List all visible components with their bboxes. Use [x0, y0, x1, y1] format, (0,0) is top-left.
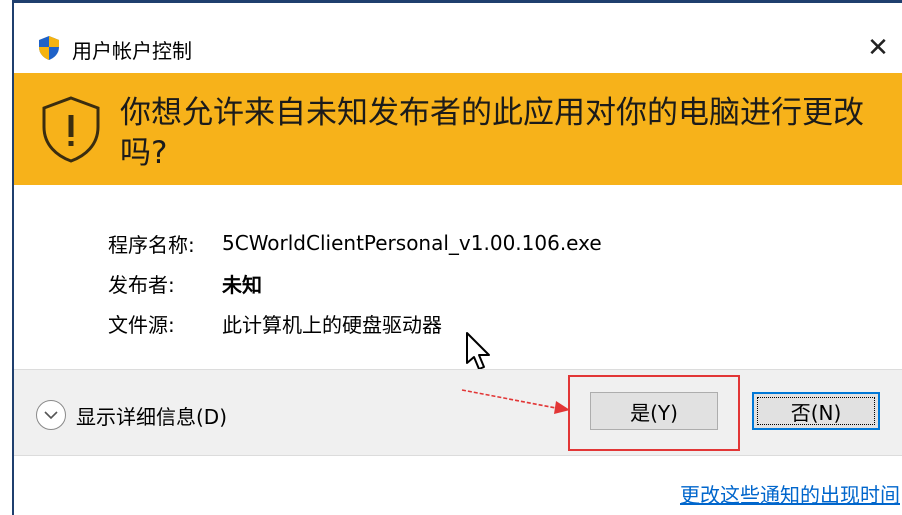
file-source-value: 此计算机上的硬盘驱动器 — [222, 312, 442, 337]
warning-banner: 你想允许来自未知发布者的此应用对你的电脑进行更改吗? — [14, 73, 902, 185]
close-button[interactable]: ✕ — [858, 31, 898, 65]
shield-icon — [39, 36, 59, 60]
detail-label: 文件源: — [108, 312, 175, 337]
detail-row-source: 文件源: 此计算机上的硬盘驱动器 — [108, 303, 602, 343]
publisher-value: 未知 — [222, 272, 262, 297]
chevron-down-icon — [44, 411, 58, 420]
program-details: 程序名称: 5CWorldClientPersonal_v1.00.106.ex… — [108, 223, 602, 343]
uac-dialog: 用户帐户控制 ✕ 你想允许来自未知发布者的此应用对你的电脑进行更改吗? 程序名称… — [12, 0, 902, 515]
chevron-circle[interactable] — [36, 400, 66, 430]
show-details-toggle[interactable]: 显示详细信息(D) — [36, 400, 227, 430]
program-name-value: 5CWorldClientPersonal_v1.00.106.exe — [222, 231, 602, 255]
cursor-icon — [466, 332, 490, 370]
detail-row-publisher: 发布者: 未知 — [108, 263, 602, 303]
detail-label: 程序名称: — [108, 232, 195, 257]
detail-label: 发布者: — [108, 272, 175, 297]
window-title: 用户帐户控制 — [72, 39, 192, 63]
show-details-label: 显示详细信息(D) — [76, 404, 228, 429]
change-notification-link[interactable]: 更改这些通知的出现时间 — [680, 479, 900, 508]
consent-question: 你想允许来自未知发布者的此应用对你的电脑进行更改吗? — [120, 95, 864, 171]
no-button[interactable]: 否(N) — [752, 392, 880, 430]
yes-button[interactable]: 是(Y) — [590, 392, 718, 430]
detail-row-program: 程序名称: 5CWorldClientPersonal_v1.00.106.ex… — [108, 223, 602, 263]
close-icon: ✕ — [867, 33, 889, 63]
dialog-footer: 显示详细信息(D) 是(Y) 否(N) — [14, 369, 902, 456]
title-bar: 用户帐户控制 ✕ — [14, 3, 902, 73]
annotation-arrow — [461, 389, 570, 414]
warning-shield-icon — [42, 96, 100, 163]
